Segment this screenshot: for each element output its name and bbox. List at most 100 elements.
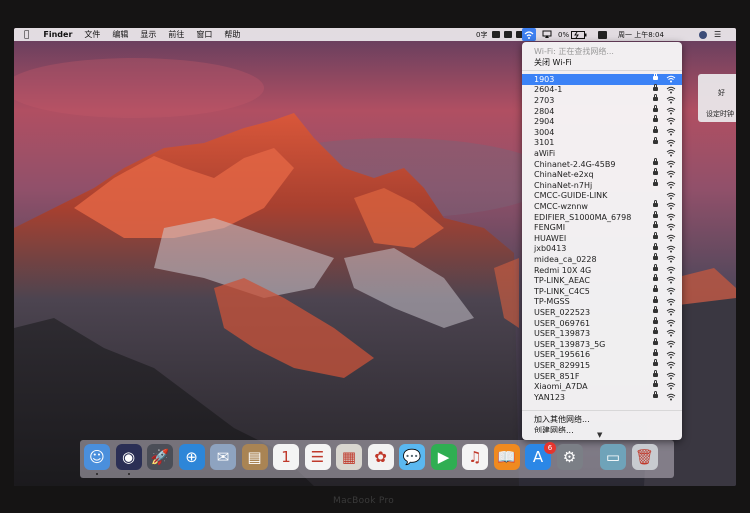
dock-safari-icon[interactable]: ⊕ (178, 444, 205, 470)
wifi-network-item[interactable]: 1903 (522, 73, 682, 85)
wifi-signal-icon (666, 308, 676, 316)
network-name: CMCC-GUIDE-LINK (534, 191, 608, 201)
menu-bar:  Finder 文件 编辑 显示 前往 窗口 帮助 0字 0% (14, 28, 736, 41)
wifi-network-item[interactable]: USER_829915 (522, 359, 682, 371)
wifi-network-item[interactable]: midea_ca_0228 (522, 253, 682, 265)
scroll-down-arrow-icon[interactable]: ▼ (597, 431, 602, 439)
menu-clock[interactable]: 周一 上午8:04 (618, 28, 664, 41)
wifi-network-item[interactable]: USER_022523 (522, 306, 682, 318)
dock-launchpad-icon[interactable]: 🚀 (147, 444, 173, 470)
lock-icon (653, 179, 658, 186)
wifi-signal-icon (666, 330, 676, 337)
wifi-signal-icon (666, 298, 676, 306)
network-name: ChinaNet-e2xq (534, 170, 594, 180)
wifi-network-item[interactable]: TP-LINK_AEAC (522, 274, 682, 286)
menu-divider (522, 70, 682, 71)
wifi-network-item[interactable]: EDIFIER_S1000MA_6798 (522, 210, 682, 223)
menu-window[interactable]: 窗口 (190, 29, 218, 40)
dock-mail-icon[interactable]: ✉ (210, 444, 236, 470)
dock-messages-icon[interactable]: 💬 (399, 444, 425, 470)
wifi-network-item[interactable]: USER_195616 (522, 348, 682, 361)
dock-system-preferences-icon[interactable]: ⚙ (556, 444, 583, 470)
wifi-network-item[interactable]: USER_139873 (522, 327, 682, 339)
lock-icon (653, 295, 658, 303)
network-name: USER_851F (534, 371, 580, 381)
wifi-signal-icon (666, 171, 676, 178)
network-name: Xiaomi_A7DA (534, 382, 588, 392)
wifi-toggle-item[interactable]: 关闭 Wi-Fi (534, 57, 572, 68)
dock-reminders-icon[interactable]: ☰ (304, 444, 331, 470)
wifi-network-item[interactable]: Chinanet-2.4G-45B9 (522, 157, 682, 170)
notification-center-icon[interactable]: ☰ (714, 28, 721, 41)
dock-downloads-folder-icon[interactable]: ▭ (600, 444, 626, 470)
reminders-glyph: ☰ (310, 448, 325, 466)
menu-view[interactable]: 显示 (134, 29, 162, 40)
wifi-network-item[interactable]: ChinaNet-e2xq (522, 168, 682, 180)
network-name: USER_139873_5G (534, 339, 606, 349)
dock-calendar-icon[interactable]: 1 (273, 444, 299, 470)
wifi-network-item[interactable]: Redmi 10X 4G (522, 263, 682, 276)
wifi-network-item[interactable]: 2804 (522, 104, 682, 117)
wifi-signal-icon (666, 202, 676, 210)
wifi-network-item[interactable]: CMCC-GUIDE-LINK (522, 191, 682, 202)
wifi-network-item[interactable]: aWiFi (522, 148, 682, 159)
wifi-signal-icon (666, 383, 676, 390)
apple-icon[interactable]:  (14, 30, 37, 40)
wifi-network-item[interactable]: USER_069761 (522, 316, 682, 329)
preview-glyph: ▦ (341, 448, 357, 466)
join-other-network-item[interactable]: 加入其他网络... (534, 414, 590, 425)
wifi-signal-icon (666, 118, 676, 125)
keyboard-icon[interactable] (492, 31, 500, 38)
wifi-network-item[interactable]: FENGMI (522, 221, 682, 233)
dock-preview-icon[interactable]: ▦ (336, 444, 362, 470)
input-indicator[interactable]: 0字 (476, 28, 487, 41)
menu-file[interactable]: 文件 (78, 29, 106, 40)
lock-icon (653, 168, 658, 176)
wifi-network-item[interactable]: USER_139873_5G (522, 338, 682, 350)
wifi-network-item[interactable]: TP-MGSS (522, 295, 682, 308)
wifi-network-item[interactable]: 2604-1 (522, 83, 682, 96)
lock-icon (653, 200, 658, 208)
wifi-network-item[interactable]: jxb0413 (522, 242, 682, 255)
wifi-network-item[interactable]: ChinaNet-n7Hj (522, 179, 682, 191)
notification-ok-button[interactable]: 好 (718, 88, 725, 98)
dock-ibooks-icon[interactable]: 📖 (493, 444, 520, 470)
dock-siri-icon[interactable]: ◉ (115, 444, 142, 470)
wifi-signal-icon (666, 139, 676, 147)
battery-status[interactable]: 0% (558, 28, 587, 41)
user-avatar-icon[interactable] (699, 28, 707, 41)
contacts-glyph: ▤ (247, 448, 262, 466)
dock-facetime-icon[interactable]: ▶ (430, 444, 457, 470)
menu-help[interactable]: 帮助 (218, 29, 246, 40)
menu-edit[interactable]: 编辑 (106, 29, 134, 40)
dock-photos-icon[interactable]: ✿ (367, 444, 394, 470)
dock-itunes-icon[interactable]: ♫ (462, 444, 488, 470)
wifi-network-item[interactable]: 2904 (522, 115, 682, 127)
airplay-icon[interactable] (542, 28, 552, 41)
menu-app-name[interactable]: Finder (37, 30, 78, 39)
wifi-network-item[interactable]: CMCC-wznnw (522, 200, 682, 212)
lock-icon (653, 221, 658, 229)
dock-contacts-icon[interactable]: ▤ (241, 444, 268, 470)
create-network-item[interactable]: 创建网络... (534, 425, 574, 433)
wifi-network-item[interactable]: Xiaomi_A7DA (522, 380, 682, 392)
wifi-network-item[interactable]: USER_851F (522, 369, 682, 382)
wifi-network-item[interactable]: 3004 (522, 126, 682, 138)
lock-icon (653, 253, 658, 261)
wifi-network-item[interactable]: 2703 (522, 94, 682, 106)
lock-icon (653, 232, 658, 239)
wifi-network-item[interactable]: YAN123 (522, 391, 682, 403)
wifi-network-item[interactable]: HUAWEI (522, 232, 682, 244)
screen-sharing-icon[interactable] (598, 28, 607, 41)
lock-icon (653, 83, 658, 91)
wifi-signal-icon (666, 340, 676, 348)
dock-trash-icon[interactable]: 🗑 (631, 444, 658, 470)
wifi-menu-icon[interactable] (522, 28, 536, 41)
dock-finder-icon[interactable]: ☺ (84, 444, 110, 470)
wifi-network-item[interactable]: 3101 (522, 136, 682, 149)
wifi-network-item[interactable]: TP-LINK_C4C5 (522, 285, 682, 297)
bluetooth-icon[interactable] (504, 31, 512, 38)
set-clock-button[interactable]: 设定时钟 (706, 109, 734, 119)
wifi-signal-icon (666, 372, 676, 380)
menu-go[interactable]: 前往 (162, 29, 190, 40)
